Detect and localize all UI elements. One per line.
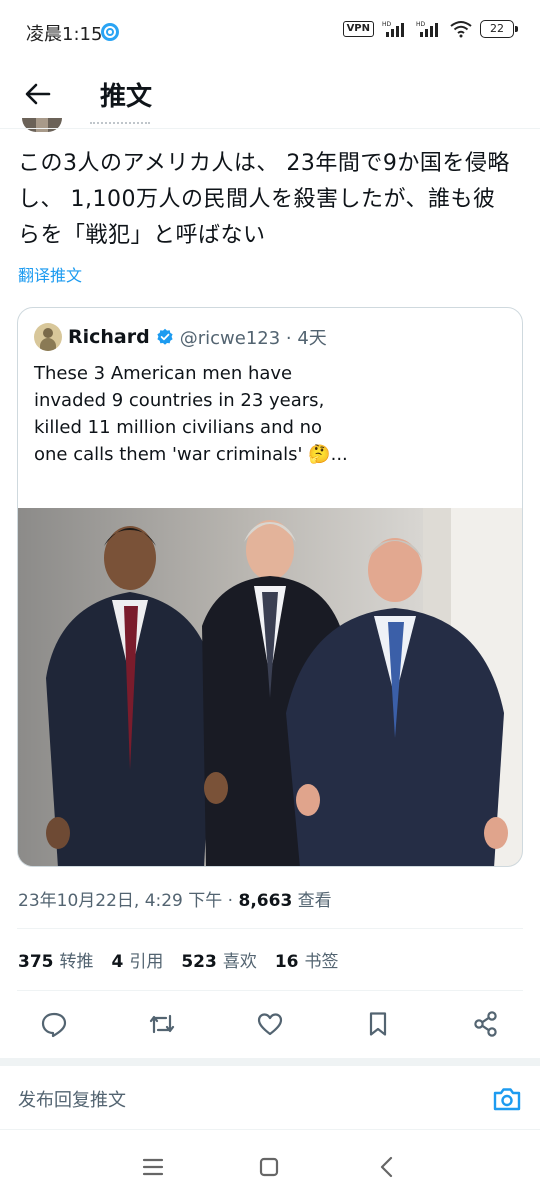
bookmarks-label: 书签 [304,952,339,972]
back-button[interactable] [20,76,56,112]
tweet-text: この3人のアメリカ人は、 23年間で9か国を侵略し、 1,100万人の民間人を殺… [18,151,510,248]
quote-handle: @ricwe123 · 4天 [179,328,327,349]
home-icon [259,1157,279,1177]
battery-icon: 22 [480,20,518,38]
verified-badge-icon [157,328,173,345]
status-time: 凌晨1:15 [26,24,103,45]
tweet-actions [0,1000,540,1048]
signal-icon: HD [382,21,404,37]
bookmarks-stat[interactable]: 16 书签 [275,947,339,972]
quote-header: Richard @ricwe123 · 4天 [34,323,327,351]
share-button[interactable] [470,1008,502,1040]
likes-label: 喜欢 [222,952,257,972]
reply-icon [41,1012,67,1038]
likes-count: 523 [181,952,217,972]
reply-composer: 发布回复推文 [0,1066,540,1130]
bookmarks-count: 16 [274,952,299,972]
share-icon [474,1011,497,1037]
app-status-icon [101,23,119,41]
quotes-label: 引用 [129,952,164,972]
quote-author-name: Richard [68,326,150,348]
back-icon [380,1156,393,1178]
bookmark-button[interactable] [362,1008,394,1040]
author-avatar[interactable] [22,118,62,132]
system-nav-bar [0,1134,540,1199]
retweet-icon [149,1014,175,1034]
home-button[interactable] [254,1152,284,1182]
signal-icon: HD [416,21,438,37]
divider [17,928,523,929]
quotes-count: 4 [111,952,124,972]
retweet-button[interactable] [146,1008,178,1040]
menu-icon [142,1158,164,1176]
quote-photo[interactable] [18,508,522,866]
quoted-tweet[interactable]: Richard @ricwe123 · 4天 These 3 American … [17,307,523,867]
divider [17,990,523,991]
camera-icon [493,1088,521,1111]
vpn-badge: VPN [342,21,374,37]
translate-link[interactable]: 翻译推文 [18,262,82,286]
quote-avatar [34,323,62,351]
quotes-stat[interactable]: 4 引用 [112,947,164,972]
views-label: 查看 [292,891,332,911]
like-button[interactable] [254,1008,286,1040]
reply-button[interactable] [38,1008,70,1040]
tweet-timestamp: 23年10月22日, 4:29 下午 · 8,663 查看 [18,886,332,911]
section-divider [0,1058,540,1066]
svg-text:HD: HD [382,21,392,28]
retweets-count: 375 [18,952,54,972]
page-title: 推文 [100,82,153,112]
retweets-stat[interactable]: 375 转推 [18,947,94,972]
retweets-label: 转推 [59,952,94,972]
camera-button[interactable] [492,1084,522,1114]
header-divider [0,128,540,129]
status-bar: 凌晨1:15 VPN HD HD 22 [0,0,540,64]
like-icon [257,1013,283,1036]
reply-input[interactable]: 发布回复推文 [18,1086,126,1112]
svg-text:HD: HD [416,21,426,28]
app-header: 推文 [0,64,540,126]
status-indicators: VPN HD HD 22 [342,20,518,38]
wifi-icon [450,21,472,38]
bookmark-icon [369,1012,387,1036]
timestamp-text: 23年10月22日, 4:29 下午 · [18,891,239,911]
likes-stat[interactable]: 523 喜欢 [181,947,257,972]
menu-button[interactable] [138,1152,168,1182]
engagement-stats: 375 转推 4 引用 523 喜欢 16 书签 [18,947,339,972]
arrow-left-icon [25,83,51,105]
quote-text: These 3 American men have invaded 9 coun… [34,363,348,465]
photo-illustration [18,508,522,866]
nav-back-button[interactable] [372,1152,402,1182]
views-count: 8,663 [238,891,293,911]
